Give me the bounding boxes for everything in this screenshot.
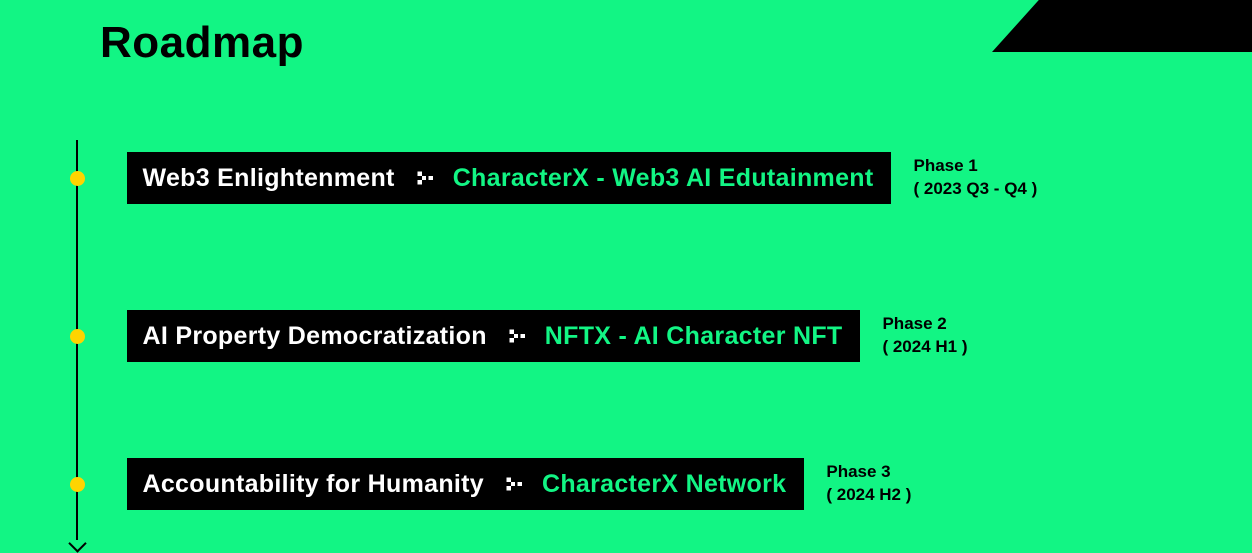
page-title: Roadmap — [100, 18, 304, 68]
roadmap-phase-row: Web3 Enlightenment CharacterX - Web3 AI … — [70, 152, 1212, 204]
roadmap-timeline: Web3 Enlightenment CharacterX - Web3 AI … — [70, 140, 1212, 546]
roadmap-phase-row: Accountability for Humanity CharacterX N… — [70, 458, 1212, 510]
corner-decoration — [992, 0, 1252, 52]
timeline-arrow-icon — [68, 534, 86, 552]
phase-heading: Web3 Enlightenment — [143, 164, 395, 193]
timeline-dot-icon — [70, 329, 85, 344]
phase-product: NFTX - AI Character NFT — [545, 322, 843, 351]
phase-bar: Web3 Enlightenment CharacterX - Web3 AI … — [127, 152, 892, 204]
timeline-dot-icon — [70, 171, 85, 186]
phase-label: Phase 2 — [882, 313, 967, 336]
phase-product: CharacterX - Web3 AI Edutainment — [453, 164, 874, 193]
phase-label: Phase 3 — [826, 461, 911, 484]
phase-timeframe: ( 2024 H1 ) — [882, 336, 967, 359]
chevron-pixel-icon — [413, 167, 435, 189]
phase-timeframe: ( 2024 H2 ) — [826, 484, 911, 507]
phase-bar: AI Property Democratization NFTX - AI Ch… — [127, 310, 861, 362]
phase-product: CharacterX Network — [542, 470, 786, 499]
phase-timeframe: ( 2023 Q3 - Q4 ) — [913, 178, 1037, 201]
timeline-dot-icon — [70, 477, 85, 492]
phase-meta: Phase 2 ( 2024 H1 ) — [882, 313, 967, 359]
phase-meta: Phase 1 ( 2023 Q3 - Q4 ) — [913, 155, 1037, 201]
phase-heading: AI Property Democratization — [143, 322, 487, 351]
roadmap-phase-row: AI Property Democratization NFTX - AI Ch… — [70, 310, 1212, 362]
chevron-pixel-icon — [505, 325, 527, 347]
chevron-pixel-icon — [502, 473, 524, 495]
phase-label: Phase 1 — [913, 155, 1037, 178]
phase-meta: Phase 3 ( 2024 H2 ) — [826, 461, 911, 507]
phase-bar: Accountability for Humanity CharacterX N… — [127, 458, 805, 510]
phase-heading: Accountability for Humanity — [143, 470, 484, 499]
